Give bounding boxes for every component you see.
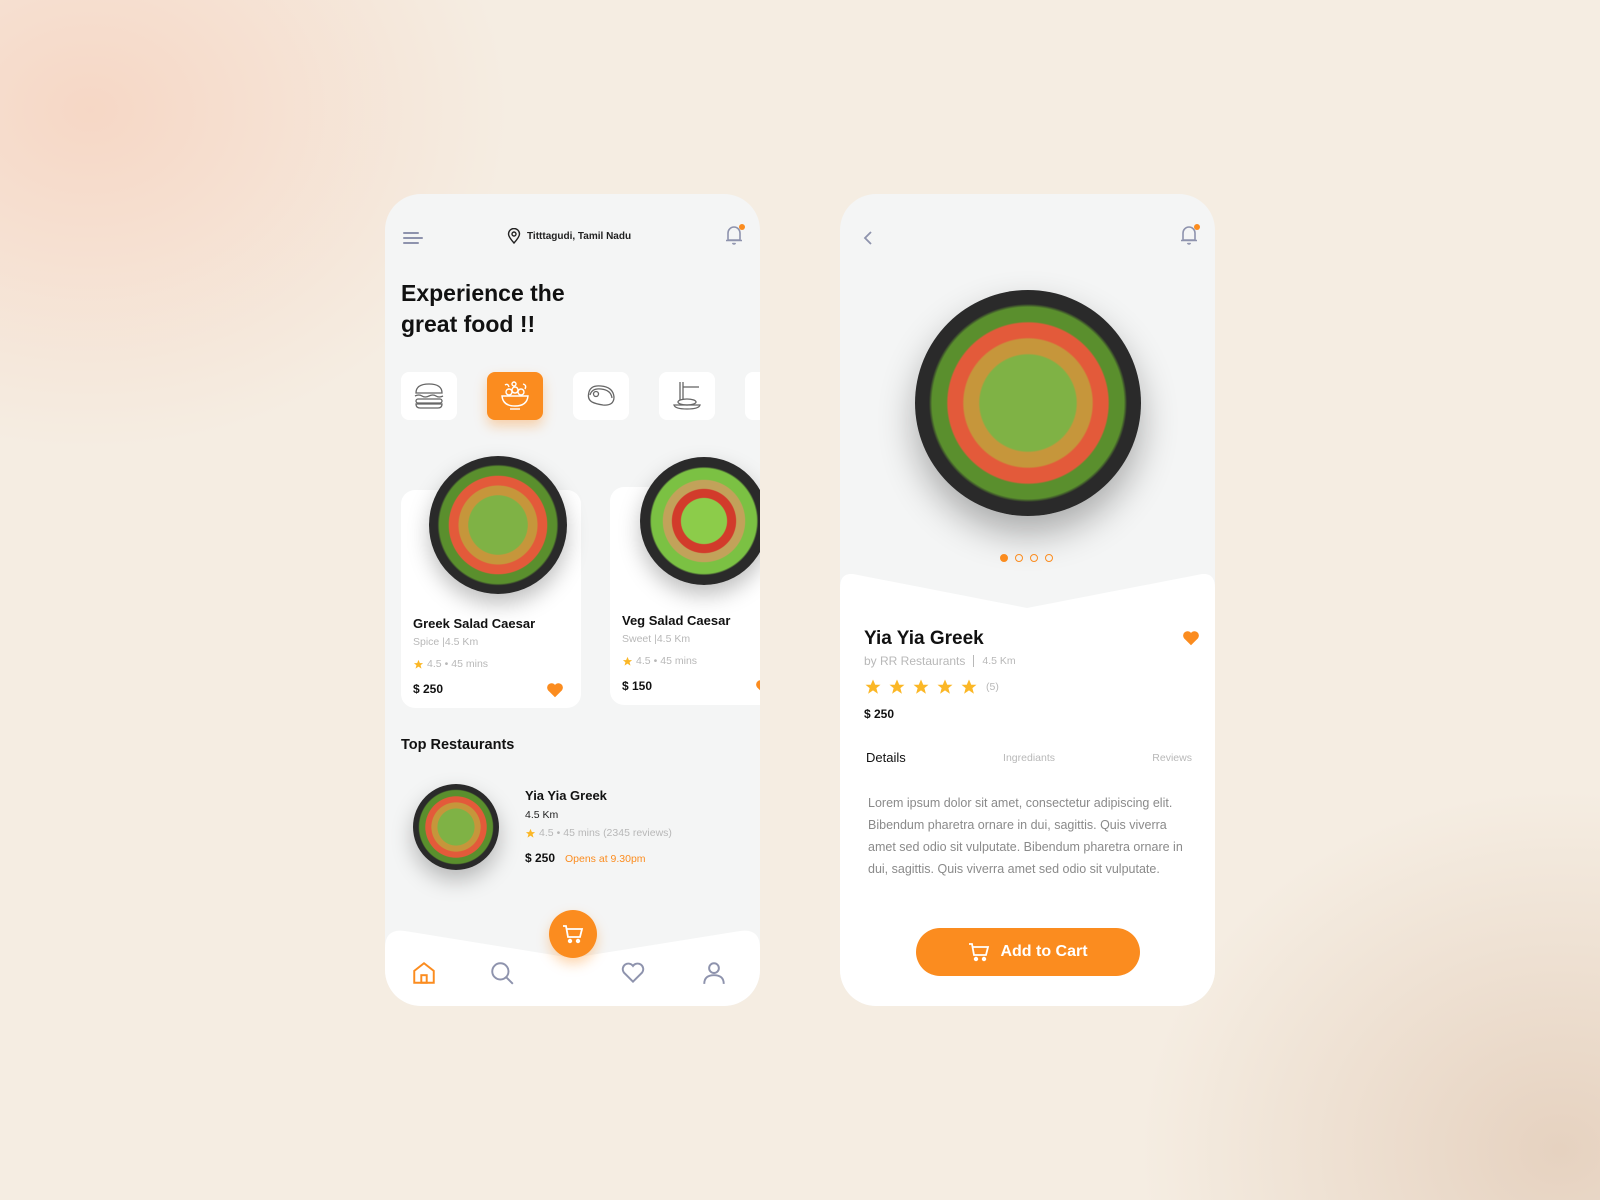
- tab-ingredients[interactable]: Ingrediants: [1003, 752, 1055, 764]
- category-burger[interactable]: [401, 372, 457, 420]
- location-text: Titttagudi, Tamil Nadu: [527, 230, 632, 242]
- location-pin-icon: [507, 228, 521, 244]
- favorite-heart-icon[interactable]: [755, 679, 760, 695]
- greek-salad-image: [429, 456, 567, 594]
- restaurant-image: [413, 784, 499, 870]
- cart-icon: [563, 925, 584, 944]
- star-rating: (5): [864, 678, 999, 696]
- divider: [973, 655, 975, 667]
- star-icon: [525, 828, 536, 838]
- favorite-heart-icon[interactable]: [546, 682, 564, 698]
- page-headline: Experience the great food !!: [401, 278, 565, 340]
- menu-icon[interactable]: [403, 232, 423, 247]
- home-icon[interactable]: [411, 960, 437, 986]
- notification-bell-icon[interactable]: [724, 224, 746, 248]
- detail-screen: Yia Yia Greek by RR Restaurants 4.5 Km (…: [840, 194, 1215, 1006]
- star-icon: [865, 679, 881, 694]
- dish-title: Yia Yia Greek: [864, 628, 984, 649]
- salad-bowl-icon: [501, 381, 529, 410]
- review-count: (5): [986, 681, 999, 693]
- star-icon: [937, 679, 953, 694]
- carousel-dot[interactable]: [1045, 554, 1053, 562]
- tab-reviews[interactable]: Reviews: [1152, 752, 1192, 764]
- food-price: $ 150: [622, 679, 653, 693]
- veg-salad-image: [640, 457, 760, 585]
- notification-dot: [1194, 224, 1200, 230]
- dish-hero-image: [915, 290, 1141, 516]
- location-selector[interactable]: Titttagudi, Tamil Nadu: [507, 228, 631, 244]
- restaurant-by: by RR Restaurants: [864, 654, 966, 668]
- add-to-cart-label: Add to Cart: [1000, 943, 1088, 960]
- dish-subtitle: by RR Restaurants 4.5 Km: [864, 654, 1016, 668]
- headline-line-1: Experience the: [401, 280, 565, 306]
- noodles-icon: [673, 382, 701, 410]
- star-icon: [913, 679, 929, 694]
- star-icon: [889, 679, 905, 694]
- notification-dot: [739, 224, 745, 230]
- restaurant-opening-time: Opens at 9.30pm: [565, 853, 646, 865]
- category-salad[interactable]: [487, 372, 543, 420]
- restaurant-distance: 4.5 Km: [525, 809, 559, 821]
- section-title: Top Restaurants: [401, 737, 515, 753]
- search-icon[interactable]: [489, 960, 515, 986]
- tab-details[interactable]: Details: [866, 750, 906, 765]
- cart-button[interactable]: [549, 910, 597, 958]
- food-rating: 4.5 • 45 mins: [413, 658, 488, 670]
- restaurant-price: $ 250: [525, 851, 556, 865]
- dish-price: $ 250: [864, 707, 895, 721]
- add-to-cart-button[interactable]: Add to Cart: [916, 928, 1140, 976]
- food-title: Greek Salad Caesar: [413, 616, 536, 631]
- dish-distance: 4.5 Km: [982, 655, 1016, 667]
- cart-icon: [969, 943, 990, 962]
- home-screen: Titttagudi, Tamil Nadu Experience the gr…: [385, 194, 760, 1006]
- burger-icon: [414, 383, 444, 409]
- carousel-indicator[interactable]: [1000, 554, 1053, 562]
- dish-description: Lorem ipsum dolor sit amet, consectetur …: [868, 796, 1183, 876]
- headline-line-2: great food !!: [401, 311, 536, 337]
- carousel-dot[interactable]: [1030, 554, 1038, 562]
- food-card[interactable]: Veg Salad Caesar Sweet |4.5 Km 4.5 • 45 …: [610, 457, 760, 705]
- user-icon[interactable]: [701, 960, 727, 986]
- food-price: $ 250: [413, 682, 444, 696]
- carousel-dot[interactable]: [1015, 554, 1023, 562]
- restaurant-name: Yia Yia Greek: [525, 788, 607, 803]
- detail-tabs: Details Ingrediants Reviews: [866, 750, 1192, 765]
- food-tag-distance: Spice |4.5 Km: [413, 636, 479, 648]
- favorite-heart-icon[interactable]: [1182, 630, 1200, 646]
- category-list: [401, 372, 760, 420]
- star-icon: [413, 659, 424, 669]
- star-icon: [961, 679, 977, 694]
- food-rating: 4.5 • 45 mins: [622, 655, 697, 667]
- back-chevron-icon[interactable]: [862, 230, 874, 246]
- heart-icon[interactable]: [620, 960, 646, 986]
- food-title: Veg Salad Caesar: [622, 613, 731, 628]
- star-icon: [622, 656, 633, 666]
- category-noodles[interactable]: [659, 372, 715, 420]
- carousel-dot[interactable]: [1000, 554, 1008, 562]
- steak-icon: [587, 385, 615, 406]
- food-card[interactable]: Greek Salad Caesar Spice |4.5 Km 4.5 • 4…: [401, 456, 581, 708]
- category-drinks[interactable]: [745, 372, 760, 420]
- restaurant-rating: 4.5 • 45 mins (2345 reviews): [525, 827, 672, 839]
- food-tag-distance: Sweet |4.5 Km: [622, 633, 691, 645]
- category-steak[interactable]: [573, 372, 629, 420]
- notification-bell-icon[interactable]: [1179, 224, 1201, 248]
